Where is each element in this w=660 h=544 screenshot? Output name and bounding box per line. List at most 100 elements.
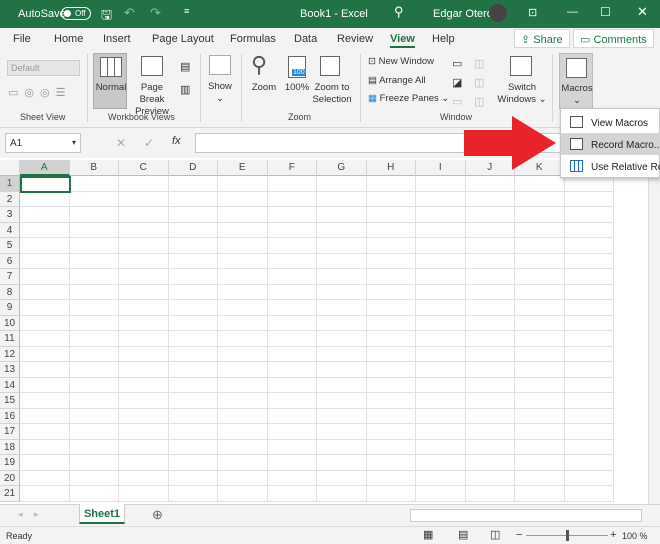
cell[interactable] [20, 424, 70, 440]
cell[interactable] [416, 362, 466, 378]
cell[interactable] [416, 346, 466, 362]
cell[interactable] [69, 346, 119, 362]
cell[interactable] [465, 455, 515, 471]
cell[interactable] [465, 362, 515, 378]
tab-home[interactable]: Home [54, 33, 83, 45]
cell[interactable] [366, 269, 416, 285]
cell[interactable] [20, 269, 70, 285]
cell[interactable] [69, 331, 119, 347]
cell[interactable] [564, 439, 614, 455]
undo-icon[interactable]: ↶ [124, 5, 135, 21]
cell[interactable] [69, 377, 119, 393]
cell[interactable] [218, 455, 268, 471]
normal-view-button[interactable]: Normal [93, 53, 127, 109]
search-icon[interactable]: ⚲ [394, 4, 404, 20]
ribbon-display-icon[interactable]: ⊡ [528, 6, 537, 19]
cell[interactable] [564, 300, 614, 316]
show-button[interactable]: Show ⌄ [203, 81, 237, 105]
cell[interactable] [69, 284, 119, 300]
cell[interactable] [267, 176, 317, 192]
cell[interactable] [366, 408, 416, 424]
cell[interactable] [366, 284, 416, 300]
row-header[interactable]: 1 [0, 176, 20, 192]
cell[interactable] [416, 439, 466, 455]
cell[interactable] [168, 253, 218, 269]
cell[interactable] [317, 470, 367, 486]
cell[interactable] [465, 331, 515, 347]
tab-help[interactable]: Help [432, 33, 455, 45]
select-all-corner[interactable] [0, 160, 20, 176]
chevron-down-icon[interactable]: ▾ [72, 138, 76, 147]
tab-view[interactable]: View [390, 33, 415, 48]
cell[interactable] [69, 393, 119, 409]
cell[interactable] [465, 176, 515, 192]
row-header[interactable]: 20 [0, 470, 20, 486]
macros-button[interactable]: Macros ⌄ [559, 53, 593, 109]
cell[interactable] [119, 238, 169, 254]
cell[interactable] [119, 486, 169, 502]
row-header[interactable]: 13 [0, 362, 20, 378]
cell[interactable] [69, 439, 119, 455]
cell[interactable] [168, 269, 218, 285]
minimize-icon[interactable]: — [567, 6, 578, 18]
cell[interactable] [515, 346, 565, 362]
cell[interactable] [20, 377, 70, 393]
cell[interactable] [168, 408, 218, 424]
save-icon[interactable]: 🖫 [101, 6, 112, 28]
row-header[interactable]: 16 [0, 408, 20, 424]
cell[interactable] [366, 191, 416, 207]
cell[interactable] [317, 377, 367, 393]
cell[interactable] [119, 207, 169, 223]
cell[interactable] [119, 470, 169, 486]
cell[interactable] [20, 408, 70, 424]
cell[interactable] [465, 222, 515, 238]
cell[interactable] [465, 253, 515, 269]
cell[interactable] [168, 222, 218, 238]
cell[interactable] [317, 424, 367, 440]
cell[interactable] [515, 377, 565, 393]
cell[interactable] [119, 269, 169, 285]
cell[interactable] [168, 486, 218, 502]
cell[interactable] [366, 486, 416, 502]
avatar[interactable] [489, 4, 507, 22]
cell[interactable] [218, 470, 268, 486]
cell[interactable] [416, 253, 466, 269]
cell[interactable] [69, 191, 119, 207]
cancel-icon[interactable]: ✕ [116, 136, 126, 150]
cell[interactable] [168, 300, 218, 316]
cell[interactable] [317, 222, 367, 238]
cell[interactable] [416, 207, 466, 223]
column-header[interactable]: B [69, 160, 119, 176]
cell[interactable] [515, 191, 565, 207]
normal-view-icon[interactable]: ▦ [423, 528, 433, 541]
cell[interactable] [416, 470, 466, 486]
cell[interactable] [168, 377, 218, 393]
autosave-toggle[interactable]: Off [61, 7, 91, 20]
cell[interactable] [267, 207, 317, 223]
cell[interactable] [168, 207, 218, 223]
row-header[interactable]: 15 [0, 393, 20, 409]
cell[interactable] [564, 238, 614, 254]
cell[interactable] [564, 470, 614, 486]
column-header[interactable]: F [267, 160, 317, 176]
cell[interactable] [267, 470, 317, 486]
custom-views-icon[interactable]: ▥ [180, 83, 190, 96]
menu-item-record-macro[interactable]: Record Macro... [561, 133, 660, 155]
cell[interactable] [267, 222, 317, 238]
cell[interactable] [168, 470, 218, 486]
cell[interactable] [317, 393, 367, 409]
cell[interactable] [119, 362, 169, 378]
close-icon[interactable]: ✕ [637, 4, 648, 20]
cell[interactable] [267, 284, 317, 300]
cell[interactable] [69, 222, 119, 238]
column-header[interactable]: E [218, 160, 268, 176]
cell[interactable] [218, 408, 268, 424]
cell[interactable] [168, 362, 218, 378]
cell[interactable] [465, 424, 515, 440]
cell[interactable] [267, 331, 317, 347]
cell[interactable] [317, 284, 367, 300]
cell[interactable] [119, 393, 169, 409]
cell[interactable] [20, 207, 70, 223]
cell[interactable] [69, 269, 119, 285]
cell[interactable] [564, 393, 614, 409]
